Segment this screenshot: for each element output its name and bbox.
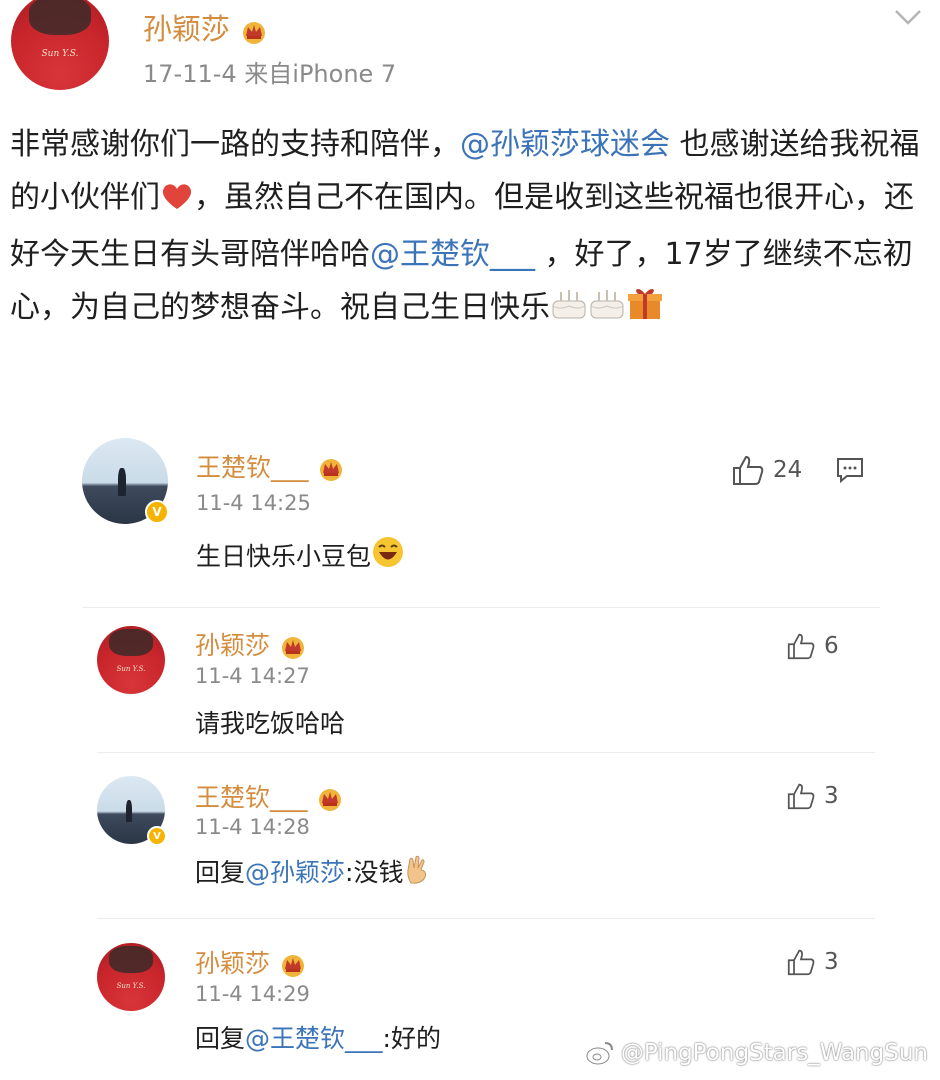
divider	[82, 607, 880, 608]
chevron-down-icon[interactable]	[893, 6, 923, 28]
watermark: @PingPongStars_WangSun	[585, 1040, 928, 1066]
heart-icon	[160, 175, 194, 228]
reply-prefix: 回复	[195, 1024, 246, 1053]
crown-badge-icon	[239, 18, 269, 44]
crown-badge-icon	[316, 456, 346, 482]
comment-text-content: :没钱	[345, 858, 404, 887]
thumbs-up-icon	[733, 455, 764, 485]
verified-v-icon: V	[147, 826, 167, 846]
post-author-name[interactable]: 孙颖莎	[143, 12, 230, 46]
crown-badge-icon	[278, 952, 308, 978]
watermark-text: @PingPongStars_WangSun	[620, 1040, 928, 1066]
comment-text: 请我吃饭哈哈	[195, 709, 346, 738]
divider	[97, 918, 875, 919]
weibo-logo-icon	[586, 1042, 613, 1065]
comment-author[interactable]: 王楚钦___	[196, 448, 346, 484]
laugh-icon	[371, 535, 405, 575]
like-count: 3	[824, 949, 839, 975]
post-body: 非常感谢你们一路的支持和陪伴，@孙颖莎球迷会 也感谢送给我祝福的小伙伴们 ，虽然自…	[10, 118, 922, 338]
post-meta: 17-11-4 来自iPhone 7	[143, 60, 397, 88]
comment-text-content: :好的	[382, 1024, 441, 1053]
cake-icon	[588, 285, 626, 338]
cake-icon	[550, 285, 588, 338]
comment-author[interactable]: 孙颖莎	[195, 944, 308, 980]
comment-avatar[interactable]: Sun Y.S.	[97, 626, 165, 694]
like-button[interactable]: 6	[786, 632, 839, 660]
mention-fanclub[interactable]: @孙颖莎球迷会	[460, 127, 670, 162]
avatar-tag: Sun Y.S.	[41, 48, 79, 59]
reply-mention[interactable]: @王楚钦___	[245, 1024, 383, 1053]
comment-time: 11-4 14:29	[195, 982, 310, 1006]
post-text-1: 非常感谢你们一路的支持和陪伴，	[10, 127, 460, 162]
comment-time: 11-4 14:28	[195, 815, 310, 839]
crown-badge-icon	[278, 634, 308, 660]
like-count: 24	[773, 457, 803, 483]
comment-time: 11-4 14:27	[195, 664, 310, 688]
comment-text: 生日快乐小豆包	[196, 535, 405, 575]
comment-icon[interactable]	[835, 456, 865, 488]
comment-author[interactable]: 王楚钦___	[195, 778, 345, 814]
like-button[interactable]: 3	[786, 948, 839, 976]
thumbs-up-icon	[787, 633, 815, 660]
comment-author-name[interactable]: 王楚钦___	[195, 783, 308, 812]
post-author[interactable]: 孙颖莎	[143, 6, 269, 48]
divider	[97, 752, 875, 753]
comment-text: 回复@孙颖莎:没钱	[195, 853, 431, 891]
like-count: 3	[824, 783, 839, 809]
avatar-tag: Sun Y.S.	[116, 982, 146, 991]
comment-author-name[interactable]: 孙颖莎	[195, 631, 270, 660]
like-button[interactable]: 24	[731, 454, 802, 486]
mention-wangchuqin[interactable]: @王楚钦___	[370, 237, 535, 272]
comment-author-name[interactable]: 王楚钦___	[196, 453, 309, 482]
hand-gesture-icon	[403, 855, 431, 891]
verified-v-icon: V	[145, 500, 169, 524]
comment-time: 11-4 14:25	[196, 491, 311, 515]
thumbs-up-icon	[787, 783, 815, 810]
reply-prefix: 回复	[195, 858, 246, 887]
comment-author-name[interactable]: 孙颖莎	[195, 949, 270, 978]
thumbs-up-icon	[787, 949, 815, 976]
post-avatar[interactable]: Sun Y.S.	[11, 0, 109, 90]
avatar-tag: Sun Y.S.	[116, 665, 146, 674]
comment-author[interactable]: 孙颖莎	[195, 626, 308, 662]
comment-text: 回复@王楚钦___:好的	[195, 1019, 441, 1055]
like-button[interactable]: 3	[786, 782, 839, 810]
like-count: 6	[824, 633, 839, 659]
comment-text-content: 生日快乐小豆包	[196, 542, 372, 571]
weibo-post: Sun Y.S. 孙颖莎 17-11-4 来自iPhone 7 非常感谢你们一路…	[0, 0, 940, 410]
gift-icon	[626, 285, 664, 338]
crown-badge-icon	[315, 786, 345, 812]
comment-avatar[interactable]: Sun Y.S.	[97, 943, 165, 1011]
reply-mention[interactable]: @孙颖莎	[245, 858, 345, 887]
